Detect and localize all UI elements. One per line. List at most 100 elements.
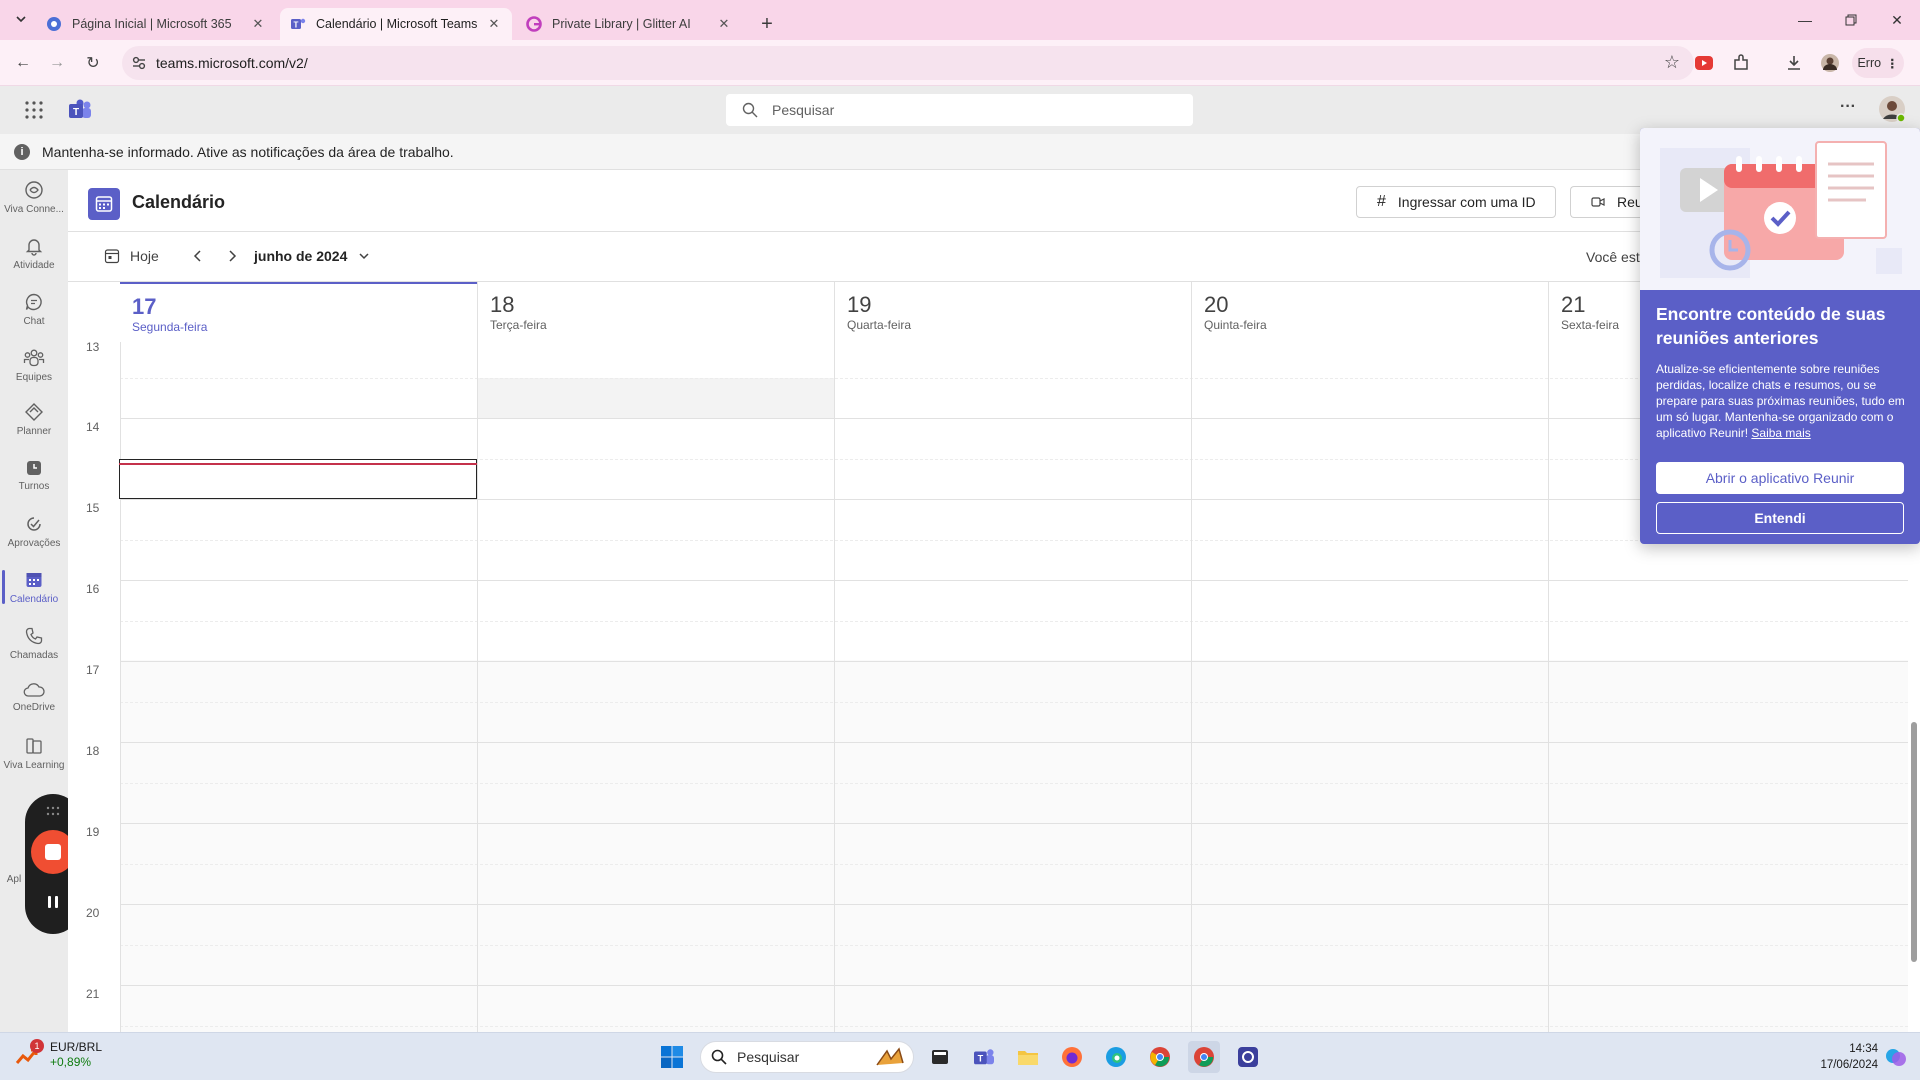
close-icon: ✕ [1891,11,1903,28]
app-taskbar-icon[interactable] [1232,1041,1264,1073]
more-options-icon[interactable]: ··· [1840,98,1856,116]
approvals-icon [27,516,41,531]
rail-item-shifts[interactable]: Turnos [0,448,68,502]
rail-item-planner[interactable]: Planner [0,392,68,446]
today-button[interactable]: Hoje [104,248,159,264]
window-close-button[interactable]: ✕ [1874,0,1920,40]
browser-tabstrip: Página Inicial | Microsoft 365 ✕ T Calen… [0,0,1920,40]
hour-label: 16 [86,582,100,596]
open-meet-app-button[interactable]: Abrir o aplicativo Reunir [1656,462,1904,494]
notification-text: Mantenha-se informado. Ative as notifica… [42,143,454,160]
day-separator [834,342,835,1032]
hash-icon: # [1377,193,1386,210]
calendar-grid[interactable]: 13 14 15 16 17 18 19 20 21 [68,342,1908,1032]
address-bar[interactable]: teams.microsoft.com/v2/ ☆ [122,46,1694,80]
arrow-right-icon: → [49,54,65,71]
browser-tab-m365[interactable]: Página Inicial | Microsoft 365 ✕ [36,8,276,40]
firefox-icon[interactable] [1056,1041,1088,1073]
rail-item-chat[interactable]: Chat [0,282,68,336]
extension-youtube-icon[interactable] [1690,49,1718,77]
minimize-icon: — [1798,12,1812,28]
profile-avatar[interactable] [1816,49,1844,77]
selected-time-slot[interactable] [119,459,477,499]
search-input[interactable]: Pesquisar [726,94,1193,126]
back-button[interactable]: ← [8,48,38,78]
half-hour-line [120,621,1908,622]
rail-item-viva-learning[interactable]: Viva Learning [0,726,68,780]
drag-handle-icon[interactable] [45,806,61,816]
rail-item-teams[interactable]: Equipes [0,338,68,392]
scrollbar-thumb[interactable] [1911,722,1917,962]
close-icon[interactable]: ✕ [250,16,266,32]
taskbar-search[interactable]: Pesquisar [700,1041,914,1073]
day-header-wednesday[interactable]: 19 Quarta-feira [834,282,1191,342]
rail-label: OneDrive [12,701,56,713]
chevron-right-icon [229,250,237,262]
rail-item-calendar[interactable]: Calendário [0,560,68,614]
got-it-button[interactable]: Entendi [1656,502,1904,534]
new-tab-button[interactable]: + [752,8,782,40]
browser-tab-teams[interactable]: T Calendário | Microsoft Teams ✕ [280,8,512,40]
current-time-indicator [119,463,477,465]
learn-more-link[interactable]: Saiba mais [1751,426,1810,440]
download-icon[interactable] [1780,49,1808,77]
chevron-down-icon [359,253,369,260]
file-explorer-icon[interactable] [1012,1041,1044,1073]
forward-button[interactable]: → [42,48,72,78]
profile-error-label: Erro [1857,56,1882,70]
close-icon[interactable]: ✕ [716,16,732,32]
task-view-icon[interactable] [924,1041,956,1073]
hour-line [120,580,1908,581]
join-with-id-button[interactable]: # Ingressar com uma ID [1356,186,1556,218]
day-number: 20 [1204,292,1229,317]
month-picker[interactable]: junho de 2024 [254,248,371,264]
next-week-button[interactable] [224,248,240,264]
day-separator [477,342,478,1032]
extensions-puzzle-icon[interactable] [1727,49,1755,77]
day-header-thursday[interactable]: 20 Quinta-feira [1191,282,1548,342]
join-with-id-label: Ingressar com uma ID [1397,194,1536,210]
user-avatar[interactable] [1878,95,1906,123]
minimize-button[interactable]: — [1782,0,1828,40]
browser-toolbar: ← → ↻ teams.microsoft.com/v2/ ☆ Erro ⋮ [0,40,1920,86]
teams-taskbar-icon[interactable]: T [968,1041,1000,1073]
hour-line [120,742,1908,743]
chrome-profile-icon[interactable] [1188,1041,1220,1073]
rail-item-calls[interactable]: Chamadas [0,616,68,670]
day-name: Quinta-feira [1204,318,1267,332]
hour-label: 18 [86,744,100,758]
rail-item-viva-connections[interactable]: Viva Conne... [0,170,68,224]
edge-icon[interactable] [1100,1041,1132,1073]
tab-search-button[interactable] [8,6,34,32]
windows-taskbar: 1 EUR/BRL +0,89% Pesquisar T 14:34 17/06… [0,1032,1920,1080]
restore-button[interactable] [1828,0,1874,40]
profile-error-button[interactable]: Erro ⋮ [1852,48,1904,78]
rail-label: Apl [6,873,22,885]
site-settings-icon[interactable] [132,56,146,70]
info-icon: i [14,143,30,160]
bookmark-star-icon[interactable]: ☆ [1664,52,1680,73]
chrome-icon[interactable] [1144,1041,1176,1073]
system-clock[interactable]: 14:34 17/06/2024 [1808,1041,1878,1073]
busy-block [477,378,834,418]
browser-tab-glitter[interactable]: Private Library | Glitter AI ✕ [516,8,742,40]
day-header-monday[interactable]: 17 Segunda-feira [120,282,477,342]
close-icon[interactable]: ✕ [486,16,502,32]
day-separator [120,342,121,1032]
rail-item-approvals[interactable]: Aprovações [0,504,68,558]
weather-widget[interactable]: 1 EUR/BRL +0,89% [14,1039,102,1071]
reload-button[interactable]: ↻ [78,48,108,78]
previous-week-button[interactable] [190,248,206,264]
search-placeholder: Pesquisar [772,102,835,118]
start-button[interactable] [656,1041,688,1073]
clock-time: 14:34 [1849,1043,1878,1055]
rail-item-onedrive[interactable]: OneDrive [0,670,68,724]
search-icon [742,102,758,118]
day-header-tuesday[interactable]: 18 Terça-feira [477,282,834,342]
app-launcher-icon[interactable] [24,100,44,120]
widget-value: +0,89% [50,1055,92,1069]
pause-recording-button[interactable] [45,894,61,910]
copilot-icon[interactable] [1880,1041,1912,1073]
day-separator [1548,342,1549,1032]
rail-item-activity[interactable]: Atividade [0,226,68,280]
